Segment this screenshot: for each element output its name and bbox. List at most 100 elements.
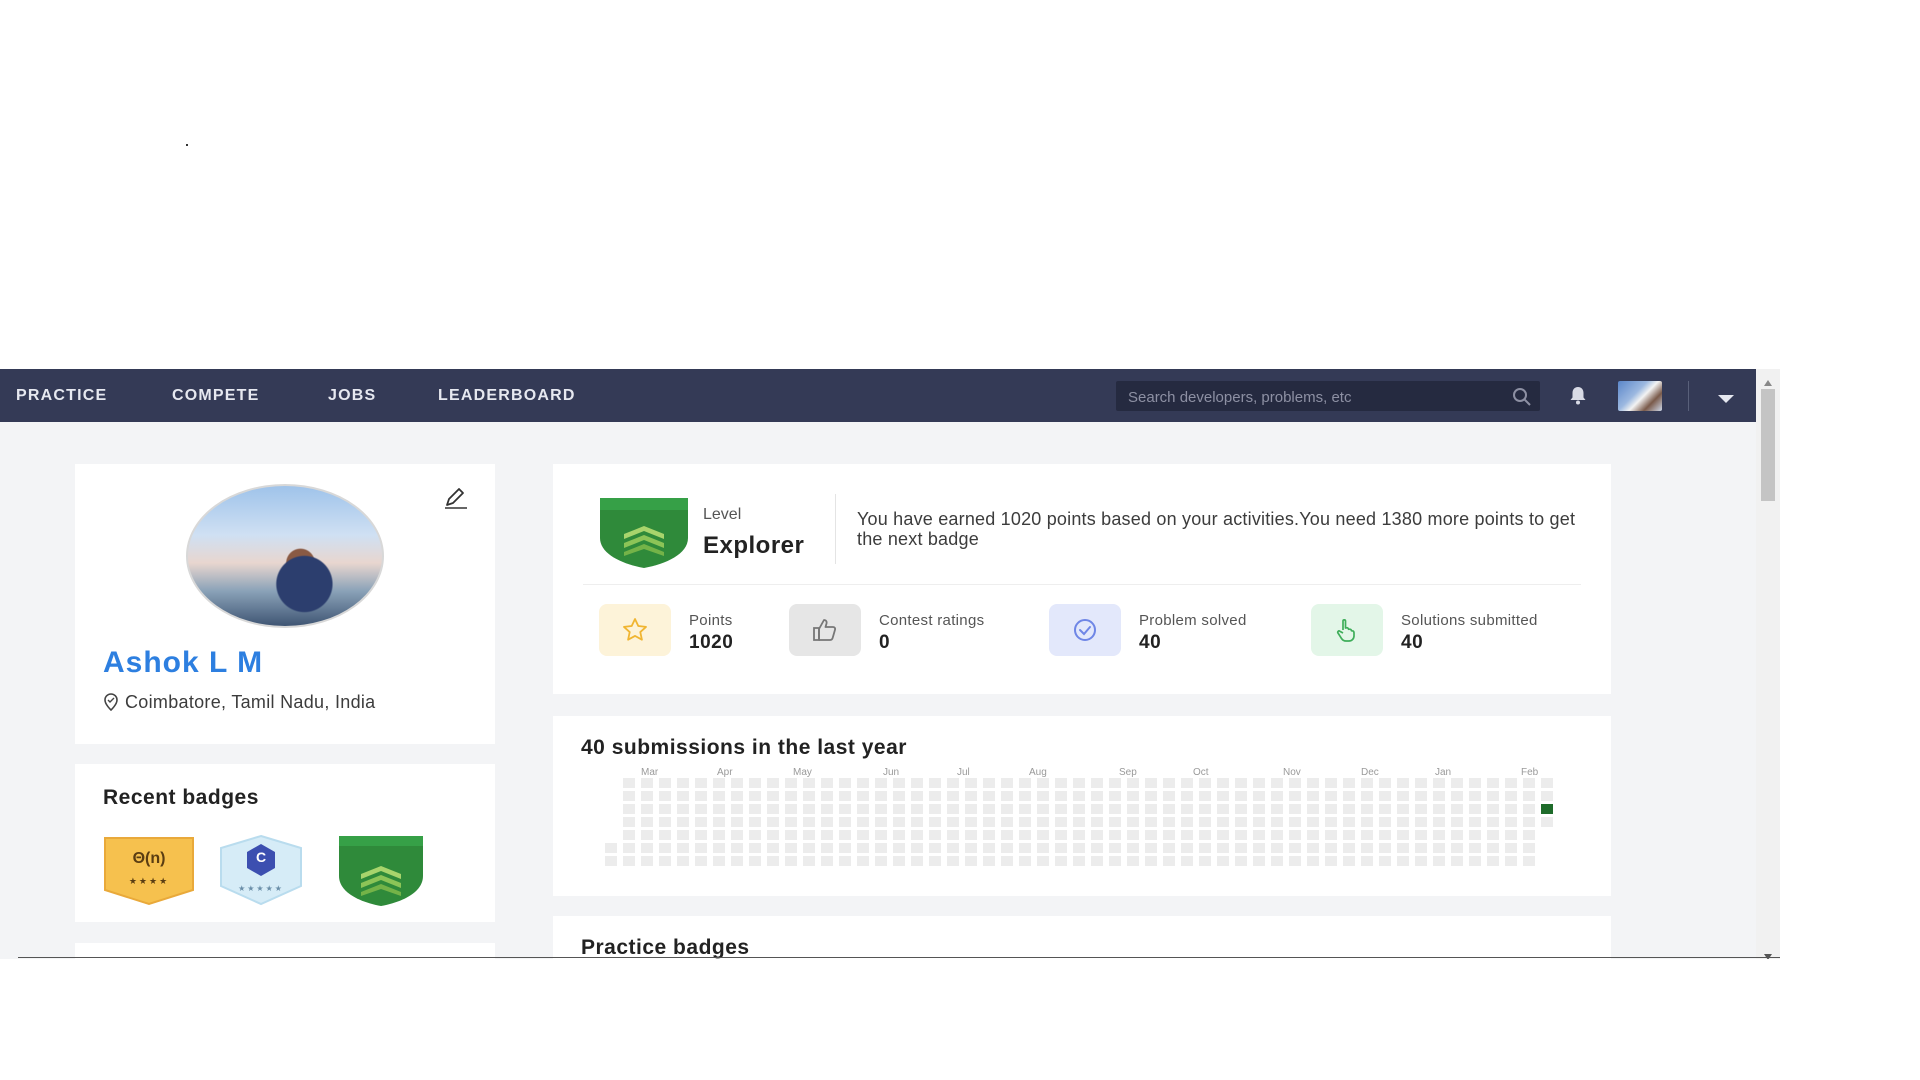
heatmap-cell[interactable] xyxy=(893,830,905,840)
heatmap-cell[interactable] xyxy=(1451,791,1463,801)
heatmap-cell[interactable] xyxy=(1289,830,1301,840)
search-input[interactable] xyxy=(1126,381,1500,413)
heatmap-cell[interactable] xyxy=(695,791,707,801)
heatmap-cell[interactable] xyxy=(911,856,923,866)
heatmap-cell[interactable] xyxy=(659,843,671,853)
heatmap-cell[interactable] xyxy=(1145,791,1157,801)
heatmap-cell[interactable] xyxy=(1217,817,1229,827)
heatmap-cell[interactable] xyxy=(1091,778,1103,788)
heatmap-cell[interactable] xyxy=(1163,830,1175,840)
heatmap-cell[interactable] xyxy=(1037,830,1049,840)
heatmap-cell[interactable] xyxy=(1019,778,1031,788)
heatmap-cell[interactable] xyxy=(1145,778,1157,788)
heatmap-cell[interactable] xyxy=(1361,778,1373,788)
heatmap-cell[interactable] xyxy=(1523,817,1535,827)
heatmap-cell[interactable] xyxy=(1037,843,1049,853)
heatmap-cell[interactable] xyxy=(1433,830,1445,840)
heatmap-cell[interactable] xyxy=(1217,856,1229,866)
heatmap-cell[interactable] xyxy=(1541,817,1553,827)
heatmap-cell[interactable] xyxy=(965,830,977,840)
heatmap-cell[interactable] xyxy=(731,843,743,853)
heatmap-cell[interactable] xyxy=(875,791,887,801)
heatmap-cell[interactable] xyxy=(929,856,941,866)
heatmap-cell[interactable] xyxy=(839,778,851,788)
heatmap-cell[interactable] xyxy=(1073,856,1085,866)
heatmap-cell[interactable] xyxy=(1145,830,1157,840)
heatmap-cell[interactable] xyxy=(1073,817,1085,827)
heatmap-cell[interactable] xyxy=(1253,830,1265,840)
heatmap-cell[interactable] xyxy=(821,856,833,866)
heatmap-cell[interactable] xyxy=(767,778,779,788)
heatmap-cell[interactable] xyxy=(1271,817,1283,827)
heatmap-cell[interactable] xyxy=(1073,778,1085,788)
heatmap-cell[interactable] xyxy=(929,830,941,840)
heatmap-cell[interactable] xyxy=(1307,778,1319,788)
heatmap-cell[interactable] xyxy=(1541,791,1553,801)
heatmap-cell[interactable] xyxy=(947,778,959,788)
heatmap-cell[interactable] xyxy=(983,791,995,801)
heatmap-cell[interactable] xyxy=(1505,804,1517,814)
heatmap-cell[interactable] xyxy=(1505,778,1517,788)
heatmap-cell[interactable] xyxy=(1181,843,1193,853)
heatmap-cell[interactable] xyxy=(821,804,833,814)
heatmap-cell[interactable] xyxy=(677,830,689,840)
heatmap-cell[interactable] xyxy=(749,817,761,827)
heatmap-cell[interactable] xyxy=(785,804,797,814)
heatmap-cell[interactable] xyxy=(1055,817,1067,827)
heatmap-cell[interactable] xyxy=(1037,817,1049,827)
heatmap-cell[interactable] xyxy=(713,817,725,827)
heatmap-cell[interactable] xyxy=(1487,804,1499,814)
heatmap-cell[interactable] xyxy=(1469,778,1481,788)
heatmap-cell[interactable] xyxy=(1199,817,1211,827)
heatmap-cell[interactable] xyxy=(1451,778,1463,788)
heatmap-cell[interactable] xyxy=(1379,791,1391,801)
heatmap-cell[interactable] xyxy=(1271,830,1283,840)
heatmap-cell[interactable] xyxy=(821,791,833,801)
heatmap-cell[interactable] xyxy=(857,856,869,866)
heatmap-cell[interactable] xyxy=(1397,843,1409,853)
heatmap-cell[interactable] xyxy=(785,843,797,853)
heatmap-cell[interactable] xyxy=(1523,856,1535,866)
heatmap-cell[interactable] xyxy=(1289,791,1301,801)
heatmap-cell[interactable] xyxy=(983,856,995,866)
heatmap-cell[interactable] xyxy=(965,778,977,788)
heatmap-cell[interactable] xyxy=(1451,830,1463,840)
heatmap-cell[interactable] xyxy=(731,804,743,814)
heatmap-cell[interactable] xyxy=(1433,778,1445,788)
heatmap-cell[interactable] xyxy=(1181,856,1193,866)
heatmap-cell[interactable] xyxy=(875,843,887,853)
heatmap-cell[interactable] xyxy=(1523,791,1535,801)
heatmap-cell[interactable] xyxy=(1001,817,1013,827)
heatmap-cell[interactable] xyxy=(1073,830,1085,840)
heatmap-cell[interactable] xyxy=(1019,804,1031,814)
heatmap-cell[interactable] xyxy=(731,817,743,827)
heatmap-cell[interactable] xyxy=(1145,817,1157,827)
heatmap-cell[interactable] xyxy=(623,817,635,827)
heatmap-cell[interactable] xyxy=(893,817,905,827)
heatmap-cell[interactable] xyxy=(1433,817,1445,827)
heatmap-cell[interactable] xyxy=(1055,778,1067,788)
heatmap-cell[interactable] xyxy=(1073,791,1085,801)
heatmap-cell[interactable] xyxy=(1289,856,1301,866)
heatmap-cell[interactable] xyxy=(983,817,995,827)
heatmap-cell[interactable] xyxy=(1307,830,1319,840)
heatmap-cell[interactable] xyxy=(1145,804,1157,814)
heatmap-cell[interactable] xyxy=(1307,791,1319,801)
heatmap-cell[interactable] xyxy=(1451,856,1463,866)
heatmap-cell[interactable] xyxy=(1415,843,1427,853)
heatmap-cell[interactable] xyxy=(875,830,887,840)
heatmap-cell[interactable] xyxy=(1217,804,1229,814)
heatmap-cell[interactable] xyxy=(641,791,653,801)
heatmap-cell[interactable] xyxy=(1325,856,1337,866)
heatmap-cell[interactable] xyxy=(713,778,725,788)
heatmap-cell[interactable] xyxy=(1019,817,1031,827)
heatmap-cell[interactable] xyxy=(767,856,779,866)
heatmap-cell[interactable] xyxy=(1127,778,1139,788)
edit-icon[interactable] xyxy=(443,486,469,515)
heatmap-cell[interactable] xyxy=(731,830,743,840)
heatmap-cell[interactable] xyxy=(1379,804,1391,814)
heatmap-cell[interactable] xyxy=(1433,804,1445,814)
heatmap-cell[interactable] xyxy=(1415,804,1427,814)
heatmap-cell[interactable] xyxy=(1397,856,1409,866)
heatmap-cell[interactable] xyxy=(821,830,833,840)
